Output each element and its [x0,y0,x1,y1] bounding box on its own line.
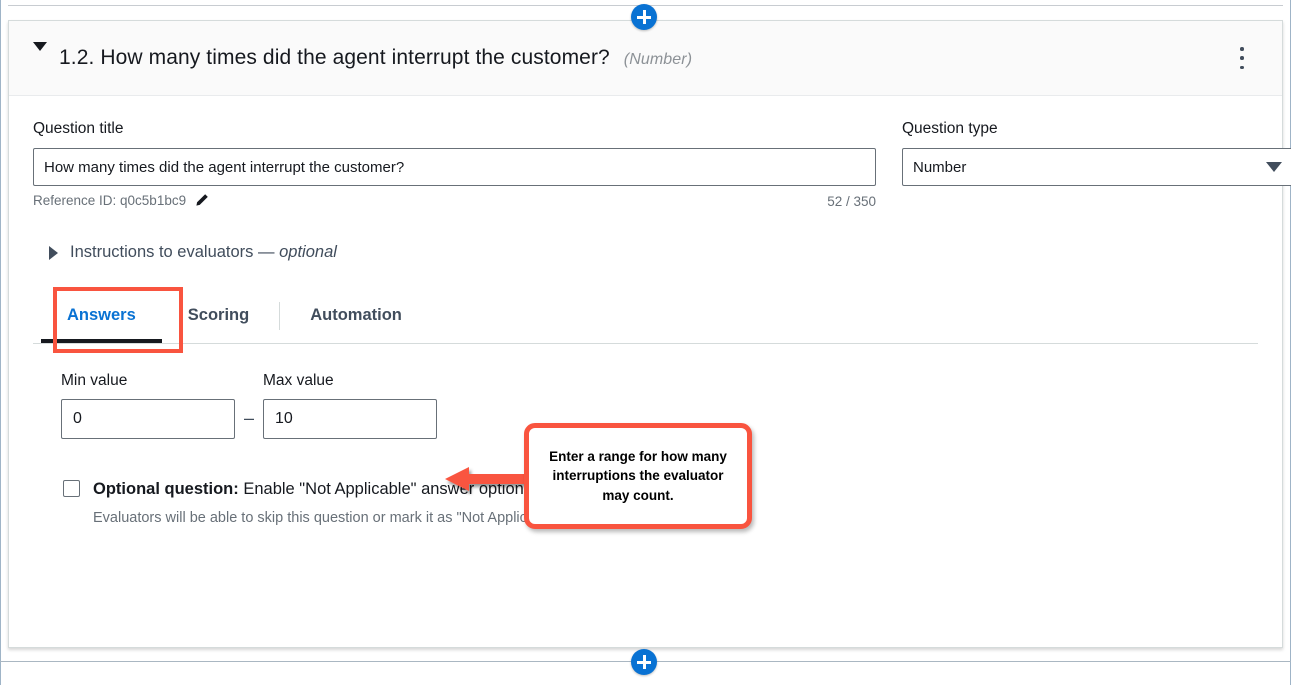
annotation-callout: Enter a range for how many interruptions… [524,423,752,529]
question-title-text: How many times did the agent interrupt t… [100,46,610,69]
max-value-group: Max value [263,372,438,439]
caret-down-icon[interactable] [33,42,49,68]
question-title-input[interactable] [33,148,876,186]
question-card-header[interactable]: 1.2. How many times did the agent interr… [9,21,1282,96]
left-arrow-icon [445,467,527,491]
max-value-input[interactable] [263,399,438,439]
question-type-field-group: Question type Number [902,120,1291,186]
question-type-selected-value: Number [913,158,967,176]
instructions-optional-text: optional [279,243,337,261]
caret-right-icon [49,245,58,260]
optional-question-bold-prefix: Optional question: [93,480,239,498]
question-type-label: Question type [902,120,998,137]
answer-config-tabs: Answers Scoring Automation [33,287,1258,353]
question-type-select-wrapper: Number [902,148,1291,186]
page-frame-left-border [0,0,1,685]
instructions-expander[interactable]: Instructions to evaluators — optional [33,243,1258,262]
add-question-below-button[interactable] [631,649,657,675]
question-fields-row: Question title Reference ID: q0c5b1bc9 5… [33,120,1291,210]
question-editor-page: 1.2. How many times did the agent interr… [0,0,1291,685]
question-title-field-group: Question title Reference ID: q0c5b1bc9 5… [33,120,876,210]
tab-scoring[interactable]: Scoring [162,288,275,343]
add-question-above-button[interactable] [631,4,657,30]
tab-automation[interactable]: Automation [284,288,428,343]
question-number: 1.2. [59,46,95,69]
max-value-label: Max value [263,372,334,389]
question-type-hint: (Number) [623,51,693,68]
tab-list: Answers Scoring Automation [33,288,1258,343]
reference-id-text: Reference ID: q0c5b1bc9 [33,193,187,208]
tab-divider [279,301,281,330]
reference-id: Reference ID: q0c5b1bc9 [33,193,209,210]
tab-answers[interactable]: Answers [41,288,162,343]
range-separator: – [244,408,255,428]
kebab-menu-icon[interactable] [1232,45,1252,71]
optional-question-checkbox[interactable] [63,480,80,497]
pencil-icon[interactable] [195,193,209,210]
min-value-input[interactable] [61,399,235,439]
optional-question-hint: Evaluators will be able to skip this que… [93,509,560,526]
question-title-label: Question title [33,120,124,137]
instructions-expander-label: Instructions to evaluators — optional [70,243,337,262]
instructions-label-text: Instructions to evaluators — [70,243,275,261]
character-counter: 52 / 350 [827,194,876,209]
page-title: 1.2. How many times did the agent interr… [59,46,692,70]
min-value-group: Min value [61,372,235,439]
question-title-meta: Reference ID: q0c5b1bc9 52 / 350 [33,193,876,210]
question-type-select[interactable]: Number [902,148,1291,186]
annotation-text: Enter a range for how many interruptions… [549,449,727,503]
question-card: 1.2. How many times did the agent interr… [8,20,1291,648]
min-value-label: Min value [61,372,128,389]
